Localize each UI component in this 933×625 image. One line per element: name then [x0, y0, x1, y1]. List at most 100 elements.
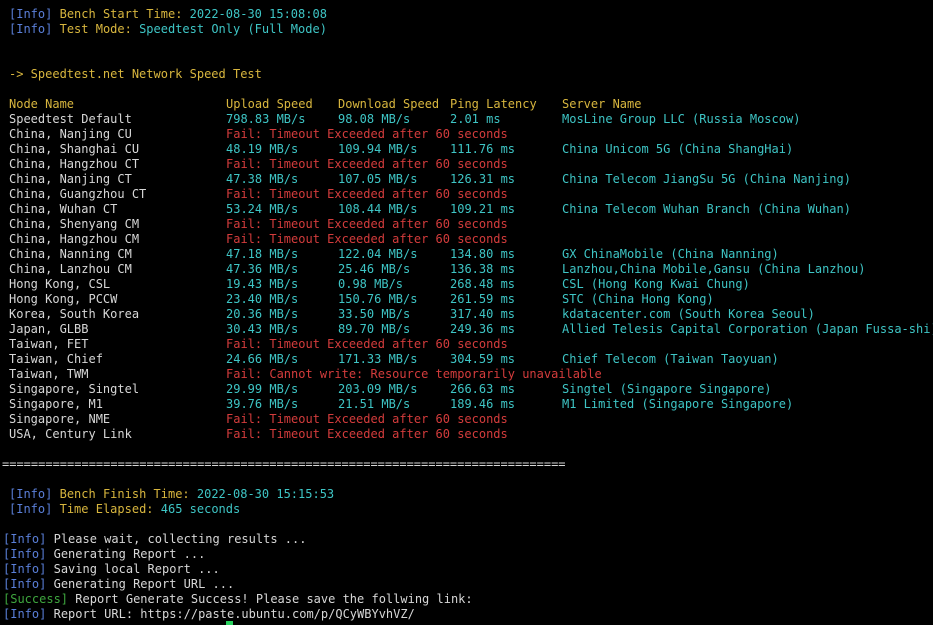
upload-speed: 19.43 MB/s [226, 277, 299, 291]
result-row: China, Wuhan CT 53.24 MB/s 108.44 MB/s 1… [0, 202, 933, 217]
info-tag: [Info] [3, 577, 47, 591]
info-tag: [Info] [9, 22, 53, 36]
download-speed: 107.05 MB/s [338, 172, 418, 186]
result-row: USA, Century Link Fail: Timeout Exceeded… [0, 427, 933, 442]
result-row: Hong Kong, CSL 19.43 MB/s 0.98 MB/s 268.… [0, 277, 933, 292]
upload-speed: 24.66 MB/s [226, 352, 299, 366]
download-speed: 89.70 MB/s [338, 322, 411, 336]
ping-latency: 304.59 ms [450, 352, 516, 366]
log-text: Report Generate Success! Please save the… [75, 592, 473, 606]
ping-latency: 134.80 ms [450, 247, 516, 261]
fail-message: Fail: Timeout Exceeded after 60 seconds [226, 187, 508, 201]
info-tag: [Info] [3, 607, 47, 621]
result-row: Japan, GLBB 30.43 MB/s 89.70 MB/s 249.36… [0, 322, 933, 337]
result-row: China, Nanjing CU Fail: Timeout Exceeded… [0, 127, 933, 142]
download-speed: 0.98 MB/s [338, 277, 404, 291]
bench-finish-value: 2022-08-30 15:15:53 [196, 487, 335, 501]
column-header-server: Server Name [562, 97, 642, 111]
bench-start-line: [Info] Bench Start Time: 2022-08-30 15:0… [9, 7, 327, 22]
upload-speed: 47.36 MB/s [226, 262, 299, 276]
node-name: China, Guangzhou CT [9, 187, 147, 201]
node-name: Taiwan, TWM [9, 367, 89, 381]
ping-latency: 136.38 ms [450, 262, 516, 276]
terminal-window[interactable]: [Info] Bench Start Time: 2022-08-30 15:0… [0, 0, 933, 625]
node-name: China, Hangzhou CT [9, 157, 140, 171]
log-text: Generating Report URL ... [53, 577, 235, 591]
ping-latency: 266.63 ms [450, 382, 516, 396]
node-name: China, Shanghai CU [9, 142, 140, 156]
result-row: Hong Kong, PCCW 23.40 MB/s 150.76 MB/s 2… [0, 292, 933, 307]
result-row: Singapore, NME Fail: Timeout Exceeded af… [0, 412, 933, 427]
server-name: Chief Telecom (Taiwan Taoyuan) [562, 352, 779, 366]
ping-latency: 126.31 ms [450, 172, 516, 186]
column-header-node: Node Name [9, 97, 75, 111]
download-speed: 171.33 MB/s [338, 352, 418, 366]
test-mode-value: Speedtest Only (Full Mode) [139, 22, 327, 36]
log-text: Please wait, collecting results ... [53, 532, 307, 546]
log-line: [Info] Generating Report URL ... [3, 577, 234, 592]
server-name: CSL (Hong Kong Kwai Chung) [562, 277, 750, 291]
log-text: Generating Report ... [53, 547, 206, 561]
upload-speed: 48.19 MB/s [226, 142, 299, 156]
download-speed: 98.08 MB/s [338, 112, 411, 126]
separator-line: ========================================… [2, 457, 566, 471]
info-tag: [Info] [9, 487, 53, 501]
info-tag: [Info] [9, 502, 53, 516]
log-line: [Success] Report Generate Success! Pleas… [3, 592, 473, 607]
server-name: kdatacenter.com (South Korea Seoul) [562, 307, 815, 321]
node-name: Japan, GLBB [9, 322, 89, 336]
node-name: Singapore, M1 [9, 397, 103, 411]
node-name: China, Nanning CM [9, 247, 132, 261]
time-elapsed-label: Time Elapsed: [59, 502, 154, 516]
download-speed: 25.46 MB/s [338, 262, 411, 276]
node-name: Hong Kong, PCCW [9, 292, 118, 306]
test-mode-label: Test Mode: [59, 22, 132, 36]
log-text: Saving local Report ... [53, 562, 220, 576]
node-name: China, Nanjing CU [9, 127, 132, 141]
node-name: Singapore, NME [9, 412, 111, 426]
node-name: China, Nanjing CT [9, 172, 132, 186]
result-row: China, Shanghai CU 48.19 MB/s 109.94 MB/… [0, 142, 933, 157]
info-tag: [Info] [3, 532, 47, 546]
result-row: China, Hangzhou CT Fail: Timeout Exceede… [0, 157, 933, 172]
node-name: China, Lanzhou CM [9, 262, 132, 276]
result-row: Taiwan, Chief 24.66 MB/s 171.33 MB/s 304… [0, 352, 933, 367]
log-line: [Info] Report URL: https://paste.ubuntu.… [3, 607, 415, 622]
test-mode-line: [Info] Test Mode: Speedtest Only (Full M… [9, 22, 327, 37]
server-name: STC (China Hong Kong) [562, 292, 714, 306]
result-row: China, Guangzhou CT Fail: Timeout Exceed… [0, 187, 933, 202]
report-url-text[interactable]: Report URL: https://paste.ubuntu.com/p/Q… [54, 607, 415, 621]
result-row: Speedtest Default 798.83 MB/s 98.08 MB/s… [0, 112, 933, 127]
upload-speed: 53.24 MB/s [226, 202, 299, 216]
server-name: GX ChinaMobile (China Nanning) [562, 247, 779, 261]
upload-speed: 798.83 MB/s [226, 112, 306, 126]
ping-latency: 189.46 ms [450, 397, 516, 411]
ping-latency: 249.36 ms [450, 322, 516, 336]
download-speed: 108.44 MB/s [338, 202, 418, 216]
server-name: Lanzhou,China Mobile,Gansu (China Lanzho… [562, 262, 866, 276]
node-name: Hong Kong, CSL [9, 277, 111, 291]
time-elapsed-value: 465 seconds [160, 502, 241, 516]
node-name: USA, Century Link [9, 427, 132, 441]
ping-latency: 109.21 ms [450, 202, 516, 216]
download-speed: 203.09 MB/s [338, 382, 418, 396]
ping-latency: 268.48 ms [450, 277, 516, 291]
node-name: Korea, South Korea [9, 307, 140, 321]
server-name: Allied Telesis Capital Corporation (Japa… [562, 322, 933, 336]
result-row: China, Lanzhou CM 47.36 MB/s 25.46 MB/s … [0, 262, 933, 277]
fail-message: Fail: Timeout Exceeded after 60 seconds [226, 337, 508, 351]
result-row: Singapore, M1 39.76 MB/s 21.51 MB/s 189.… [0, 397, 933, 412]
section-title: -> Speedtest.net Network Speed Test [9, 67, 262, 81]
server-name: China Telecom Wuhan Branch (China Wuhan) [562, 202, 851, 216]
upload-speed: 20.36 MB/s [226, 307, 299, 321]
results-header-row: Node Name Upload Speed Download Speed Pi… [0, 97, 933, 112]
download-speed: 21.51 MB/s [338, 397, 411, 411]
ping-latency: 2.01 ms [450, 112, 501, 126]
column-header-ping: Ping Latency [450, 97, 537, 111]
node-name: China, Wuhan CT [9, 202, 118, 216]
server-name: M1 Limited (Singapore Singapore) [562, 397, 794, 411]
download-speed: 150.76 MB/s [338, 292, 418, 306]
server-name: Singtel (Singapore Singapore) [562, 382, 772, 396]
column-header-upload: Upload Speed [226, 97, 313, 111]
server-name: China Telecom JiangSu 5G (China Nanjing) [562, 172, 851, 186]
